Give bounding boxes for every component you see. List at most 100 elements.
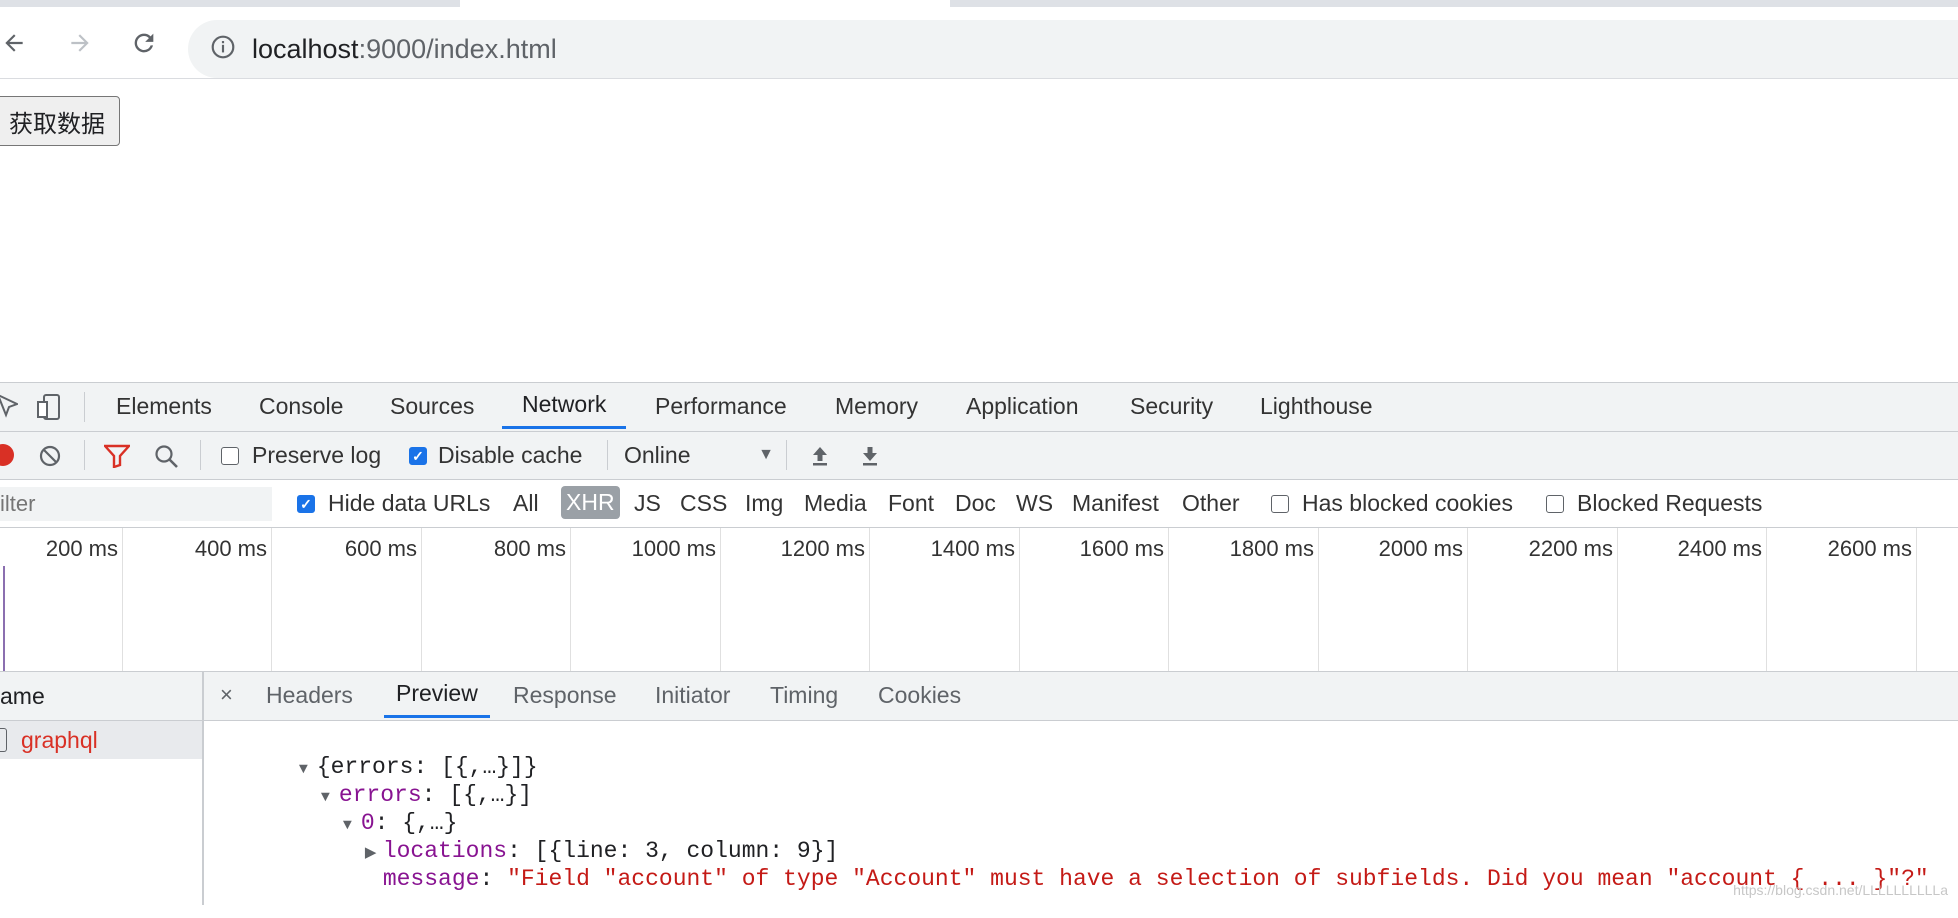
filter-type-css[interactable]: CSS [676,488,731,519]
disable-cache-label: Disable cache [438,442,583,468]
timeline-tick-label: 400 ms [194,536,267,561]
filter-type-manifest[interactable]: Manifest [1068,488,1163,519]
device-toolbar-icon[interactable] [36,393,62,426]
preserve-log-label: Preserve log [252,442,382,468]
request-timeline-bar [3,566,5,671]
preview-string-value: "Field "account" of type "Account" must … [507,866,1929,892]
tab-timing[interactable]: Timing [770,672,838,718]
request-list: ame graphql [0,672,204,905]
devtools-panel: Elements Console Sources Network Perform… [0,382,1958,905]
timeline-tick-label: 1000 ms [631,536,716,561]
record-icon[interactable] [0,444,14,466]
timeline-tick-label: 1200 ms [780,536,865,561]
import-har-icon[interactable] [808,444,832,473]
network-timeline[interactable]: 200 ms 400 ms 600 ms 800 ms 1000 ms 1200… [0,528,1958,672]
throttling-value: Online [624,441,691,468]
timeline-tick-label: 2600 ms [1827,536,1912,561]
tab-network[interactable]: Network [502,383,627,429]
filter-type-doc[interactable]: Doc [951,488,1000,519]
throttling-select[interactable]: Online ▼ [624,438,774,472]
url-host: localhost [252,33,359,64]
tab-application[interactable]: Application [966,383,1079,429]
tab-preview[interactable]: Preview [384,672,490,718]
close-detail-button[interactable]: × [220,672,233,718]
timeline-tick-label: 2000 ms [1378,536,1463,561]
clear-icon[interactable] [38,444,62,473]
info-icon[interactable] [210,34,236,65]
arrow-left-icon [5,34,23,52]
url-text[interactable]: localhost:9000/index.html [252,34,557,65]
hide-data-urls-label: Hide data URLs [328,490,491,516]
preserve-log-checkbox[interactable] [221,447,239,465]
timeline-tick-label: 2200 ms [1528,536,1613,561]
tab-security[interactable]: Security [1130,383,1213,429]
timeline-tick-label: 600 ms [344,536,417,561]
watermark: https://blog.csdn.net/LLLLLLLLLLa [1733,882,1948,898]
tab-initiator[interactable]: Initiator [655,672,730,718]
tab-sources[interactable]: Sources [390,383,474,429]
network-controls: Preserve log ✓ Disable cache Online ▼ [0,432,1958,480]
filter-type-js[interactable]: JS [630,488,665,519]
blocked-requests-checkbox[interactable] [1546,495,1564,513]
filter-type-img[interactable]: Img [741,488,787,519]
filter-type-ws[interactable]: WS [1012,488,1057,519]
inspect-element-icon[interactable] [0,393,20,424]
tab-elements[interactable]: Elements [116,383,212,429]
blocked-requests-label: Blocked Requests [1577,490,1763,516]
tab-response[interactable]: Response [513,672,617,718]
browser-toolbar: localhost:9000/index.html [0,7,1958,79]
address-bar[interactable]: localhost:9000/index.html [188,20,1958,78]
has-blocked-cookies-checkbox[interactable] [1271,495,1289,513]
arrow-right-icon [71,34,89,52]
tab-lighthouse[interactable]: Lighthouse [1260,383,1373,429]
timeline-tick-label: 800 ms [493,536,566,561]
reload-icon [134,33,154,53]
detail-tab-bar: × Headers Preview Response Initiator Tim… [204,672,1958,721]
browser-tab-strip [0,0,1958,7]
table-row[interactable]: graphql [0,721,202,759]
url-path: :9000/index.html [358,33,557,64]
back-button[interactable] [0,25,32,61]
disable-cache-checkbox[interactable]: ✓ [409,447,427,465]
request-name: graphql [21,726,98,753]
tab-cookies[interactable]: Cookies [878,672,961,718]
filter-type-media[interactable]: Media [800,488,871,519]
timeline-tick-label: 1600 ms [1079,536,1164,561]
filter-type-xhr[interactable]: XHR [561,486,620,519]
divider [84,392,85,422]
filter-type-other[interactable]: Other [1178,488,1244,519]
filter-input[interactable] [0,487,272,521]
network-filter-bar: ✓ Hide data URLs All XHR JS CSS Img Medi… [0,480,1958,528]
timeline-tick-label: 1800 ms [1229,536,1314,561]
has-blocked-cookies-label: Has blocked cookies [1302,490,1513,516]
timeline-tick-label: 2400 ms [1677,536,1762,561]
divider [786,440,787,470]
request-detail: × Headers Preview Response Initiator Tim… [204,672,1958,905]
filter-type-font[interactable]: Font [884,488,938,519]
filter-type-all[interactable]: All [509,488,543,519]
preview-key: message [382,866,480,892]
fetch-data-button[interactable]: 获取数据 [0,96,120,146]
preview-separator: : [479,866,508,892]
chevron-down-icon: ▼ [758,446,774,463]
timeline-gridline [1916,528,1917,671]
preview-message-node: message: "Field "account" of type "Accou… [300,840,1929,918]
devtools-tab-bar: Elements Console Sources Network Perform… [0,383,1958,432]
forward-button[interactable] [62,25,98,61]
divider [607,440,608,470]
hide-data-urls-checkbox[interactable]: ✓ [297,495,315,513]
divider [200,440,201,470]
name-column-label: ame [0,682,45,709]
active-browser-tab[interactable] [460,0,950,7]
tab-performance[interactable]: Performance [655,383,787,429]
name-column-header[interactable]: ame [0,672,202,721]
export-har-icon[interactable] [858,444,882,473]
tab-headers[interactable]: Headers [266,672,353,718]
document-icon [0,728,7,752]
filter-icon[interactable] [102,444,132,473]
reload-button[interactable] [126,25,162,61]
divider [84,440,85,470]
tab-memory[interactable]: Memory [835,383,918,429]
tab-console[interactable]: Console [259,383,343,429]
search-icon[interactable] [154,444,180,475]
